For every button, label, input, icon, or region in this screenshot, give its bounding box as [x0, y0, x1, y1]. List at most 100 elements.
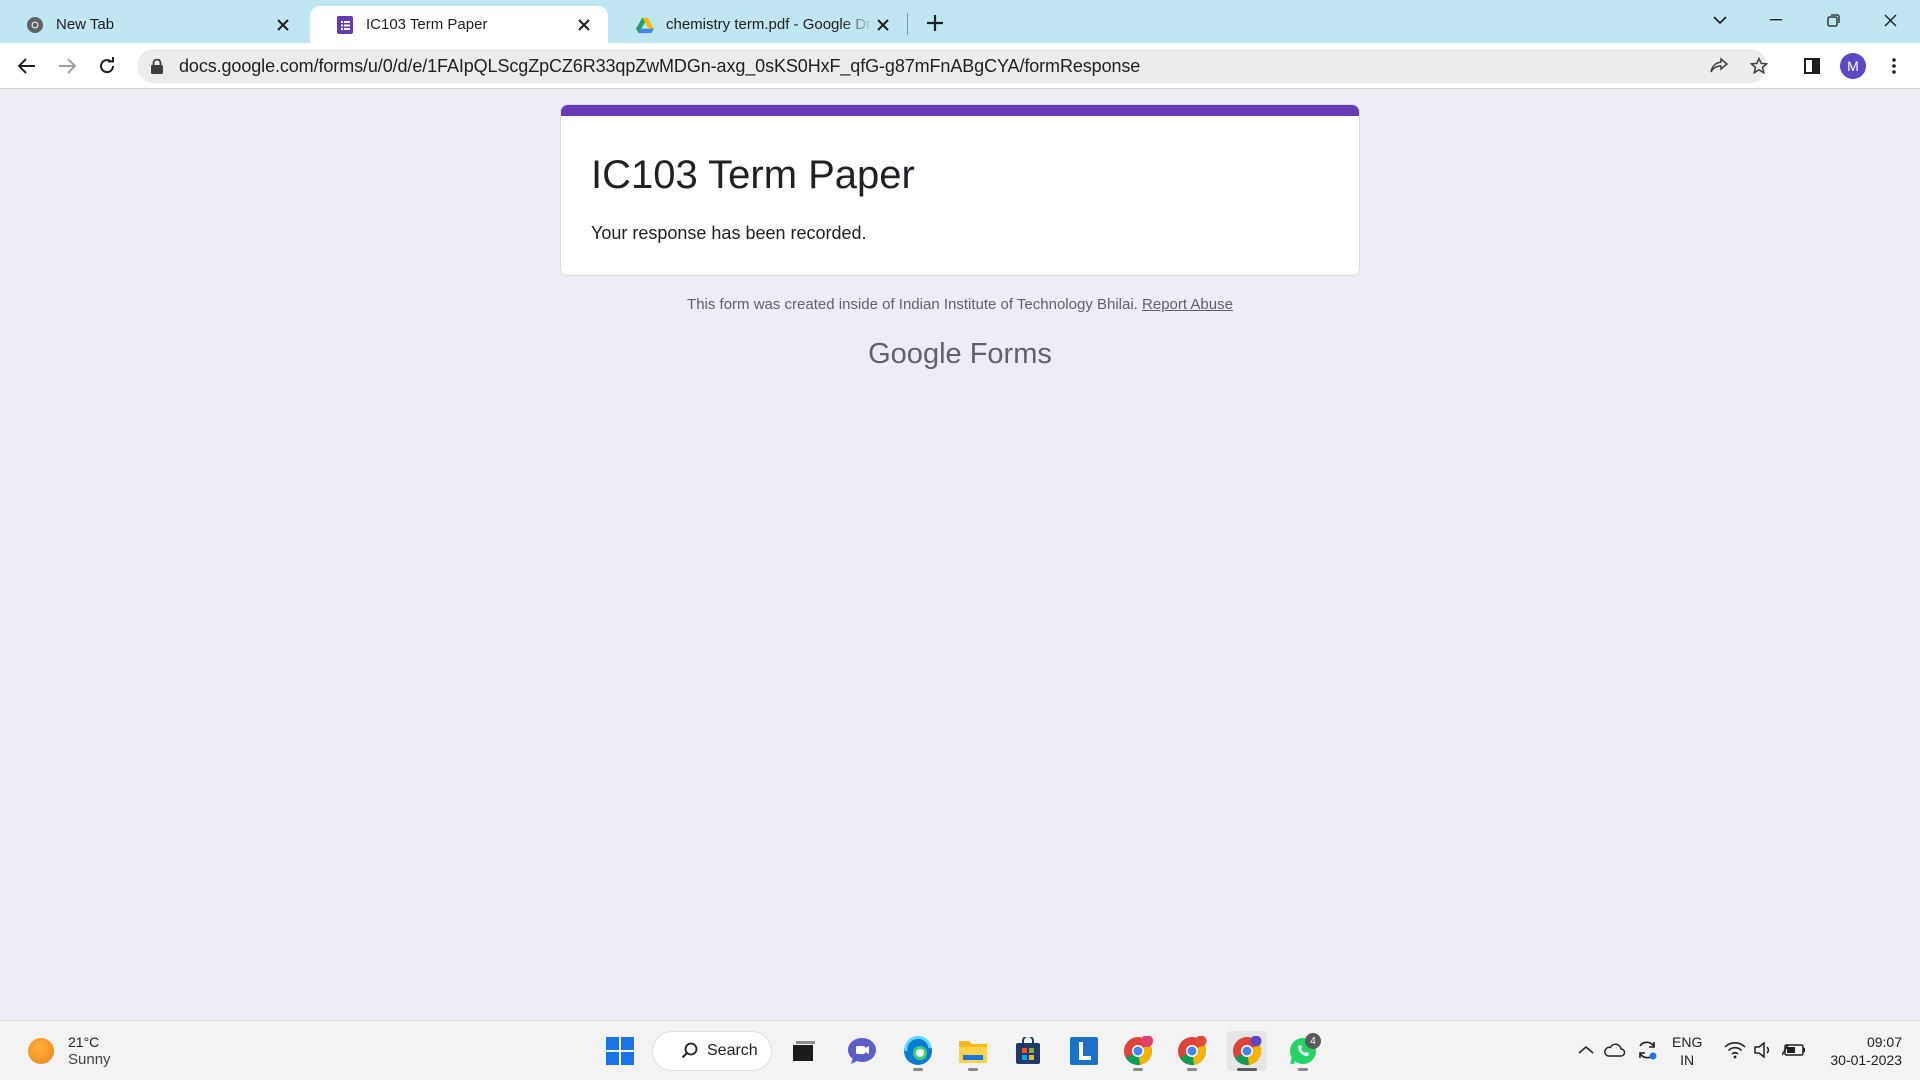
tab-title: New Tab — [56, 16, 115, 33]
arrow-left-icon — [18, 58, 35, 74]
weather-temperature: 21°C — [68, 1034, 100, 1050]
chrome-icon — [26, 16, 44, 34]
tab-search-button[interactable] — [1692, 0, 1748, 40]
profile-avatar[interactable]: M — [1840, 53, 1866, 79]
tab-new-tab[interactable]: New Tab — [0, 6, 307, 43]
minimize-icon — [1770, 19, 1782, 21]
chat-icon — [848, 1038, 876, 1064]
back-button[interactable] — [11, 50, 43, 82]
edge-button[interactable] — [898, 1031, 938, 1071]
language-indicator[interactable]: ENG IN — [1672, 1033, 1702, 1069]
new-tab-button[interactable] — [920, 8, 950, 38]
running-indicator — [968, 1068, 978, 1071]
chrome-icon — [1178, 1036, 1207, 1066]
wifi-button[interactable] — [1722, 1036, 1748, 1064]
store-icon — [1016, 1037, 1040, 1064]
lock-icon[interactable] — [149, 58, 165, 74]
chrome-icon — [1233, 1036, 1262, 1066]
sync-button[interactable] — [1634, 1036, 1660, 1064]
whatsapp-button[interactable]: 4 — [1283, 1031, 1323, 1071]
cloud-icon — [1604, 1043, 1625, 1057]
chrome-icon — [1124, 1036, 1153, 1066]
notification-badge: 4 — [1305, 1033, 1321, 1049]
microsoft-store-button[interactable] — [1008, 1031, 1048, 1071]
show-hidden-icons-button[interactable] — [1573, 1036, 1599, 1064]
close-window-button[interactable] — [1862, 0, 1918, 40]
close-icon[interactable] — [873, 15, 893, 35]
close-icon[interactable] — [574, 15, 594, 35]
address-bar[interactable]: docs.google.com/forms/u/0/d/e/1FAIpQLScg… — [137, 49, 1768, 83]
tab-title: IC103 Term Paper — [366, 16, 488, 33]
windows-logo-icon — [606, 1037, 634, 1065]
l-app-button[interactable] — [1064, 1031, 1104, 1071]
search-label: Search — [707, 1042, 758, 1059]
volume-button[interactable] — [1750, 1036, 1776, 1064]
footer-text: This form was created inside of Indian I… — [687, 296, 1138, 313]
weather-widget[interactable]: 21°C Sunny — [28, 1033, 111, 1069]
battery-icon — [1782, 1044, 1805, 1056]
running-indicator — [1298, 1068, 1308, 1071]
onedrive-button[interactable] — [1601, 1036, 1627, 1064]
task-view-icon — [793, 1041, 815, 1061]
teams-chat-button[interactable] — [842, 1031, 882, 1071]
tab-ic103-term-paper[interactable]: IC103 Term Paper — [310, 6, 608, 43]
active-indicator — [1237, 1068, 1257, 1071]
share-icon — [1710, 57, 1729, 73]
l-app-icon — [1070, 1037, 1098, 1065]
form-accent-band — [561, 105, 1359, 116]
chrome-profile-2-button[interactable] — [1172, 1031, 1212, 1071]
search-icon — [681, 1042, 698, 1059]
task-view-button[interactable] — [784, 1031, 824, 1071]
report-abuse-link[interactable]: Report Abuse — [1142, 296, 1233, 313]
tab-chemistry-term-pdf[interactable]: chemistry term.pdf - Google Drive — [610, 6, 907, 43]
edge-icon — [904, 1036, 932, 1065]
star-icon — [1750, 57, 1768, 75]
sync-icon — [1639, 1041, 1657, 1060]
menu-button[interactable] — [1878, 50, 1910, 82]
clock-time: 09:07 — [1866, 1034, 1902, 1050]
reload-button[interactable] — [91, 50, 123, 82]
system-clock[interactable]: 09:07 30-01-2023 — [1818, 1033, 1902, 1069]
google-forms-logo[interactable]: Google Forms — [0, 338, 1920, 371]
folder-icon — [959, 1041, 987, 1063]
form-title: IC103 Term Paper — [591, 153, 915, 197]
plus-icon — [927, 15, 943, 31]
file-explorer-button[interactable] — [953, 1031, 993, 1071]
tab-strip: New Tab IC103 Term Paper chemistry term.… — [0, 0, 1920, 43]
tab-divider — [907, 13, 908, 35]
reload-icon — [100, 57, 115, 74]
url-text[interactable]: docs.google.com/forms/u/0/d/e/1FAIpQLScg… — [179, 56, 1140, 77]
google-wordmark: Google — [868, 338, 962, 370]
restore-icon — [1826, 13, 1840, 27]
taskbar-search[interactable]: Search — [652, 1031, 772, 1071]
region-code: IN — [1680, 1052, 1695, 1068]
weather-condition: Sunny — [68, 1051, 111, 1068]
arrow-right-icon — [59, 58, 76, 74]
start-button[interactable] — [600, 1031, 640, 1071]
share-button[interactable] — [1703, 50, 1735, 82]
running-indicator — [913, 1068, 923, 1071]
clock-date: 30-01-2023 — [1830, 1052, 1902, 1068]
close-icon — [1884, 14, 1896, 26]
form-footer: This form was created inside of Indian I… — [0, 296, 1920, 313]
chrome-profile-3-button[interactable] — [1227, 1031, 1267, 1071]
side-panel-button[interactable] — [1796, 50, 1828, 82]
kebab-menu-icon — [1892, 58, 1896, 74]
confirmation-message: Your response has been recorded. — [591, 223, 867, 243]
speaker-icon — [1754, 1041, 1770, 1059]
bookmark-button[interactable] — [1743, 50, 1775, 82]
google-drive-icon — [636, 16, 654, 34]
chevron-up-icon — [1578, 1046, 1594, 1054]
running-indicator — [1187, 1068, 1197, 1071]
google-forms-icon — [336, 15, 354, 34]
minimize-button[interactable] — [1748, 0, 1804, 40]
restore-button[interactable] — [1805, 0, 1861, 40]
sun-icon — [28, 1038, 54, 1064]
browser-toolbar: docs.google.com/forms/u/0/d/e/1FAIpQLScg… — [0, 43, 1920, 89]
chrome-profile-1-button[interactable] — [1118, 1031, 1158, 1071]
close-icon[interactable] — [273, 15, 293, 35]
forward-button[interactable] — [51, 50, 83, 82]
battery-button[interactable] — [1781, 1036, 1807, 1064]
windows-taskbar: 21°C Sunny Search 4 ENG IN 09:07 30-01-2… — [0, 1020, 1920, 1080]
side-panel-icon — [1804, 58, 1820, 74]
